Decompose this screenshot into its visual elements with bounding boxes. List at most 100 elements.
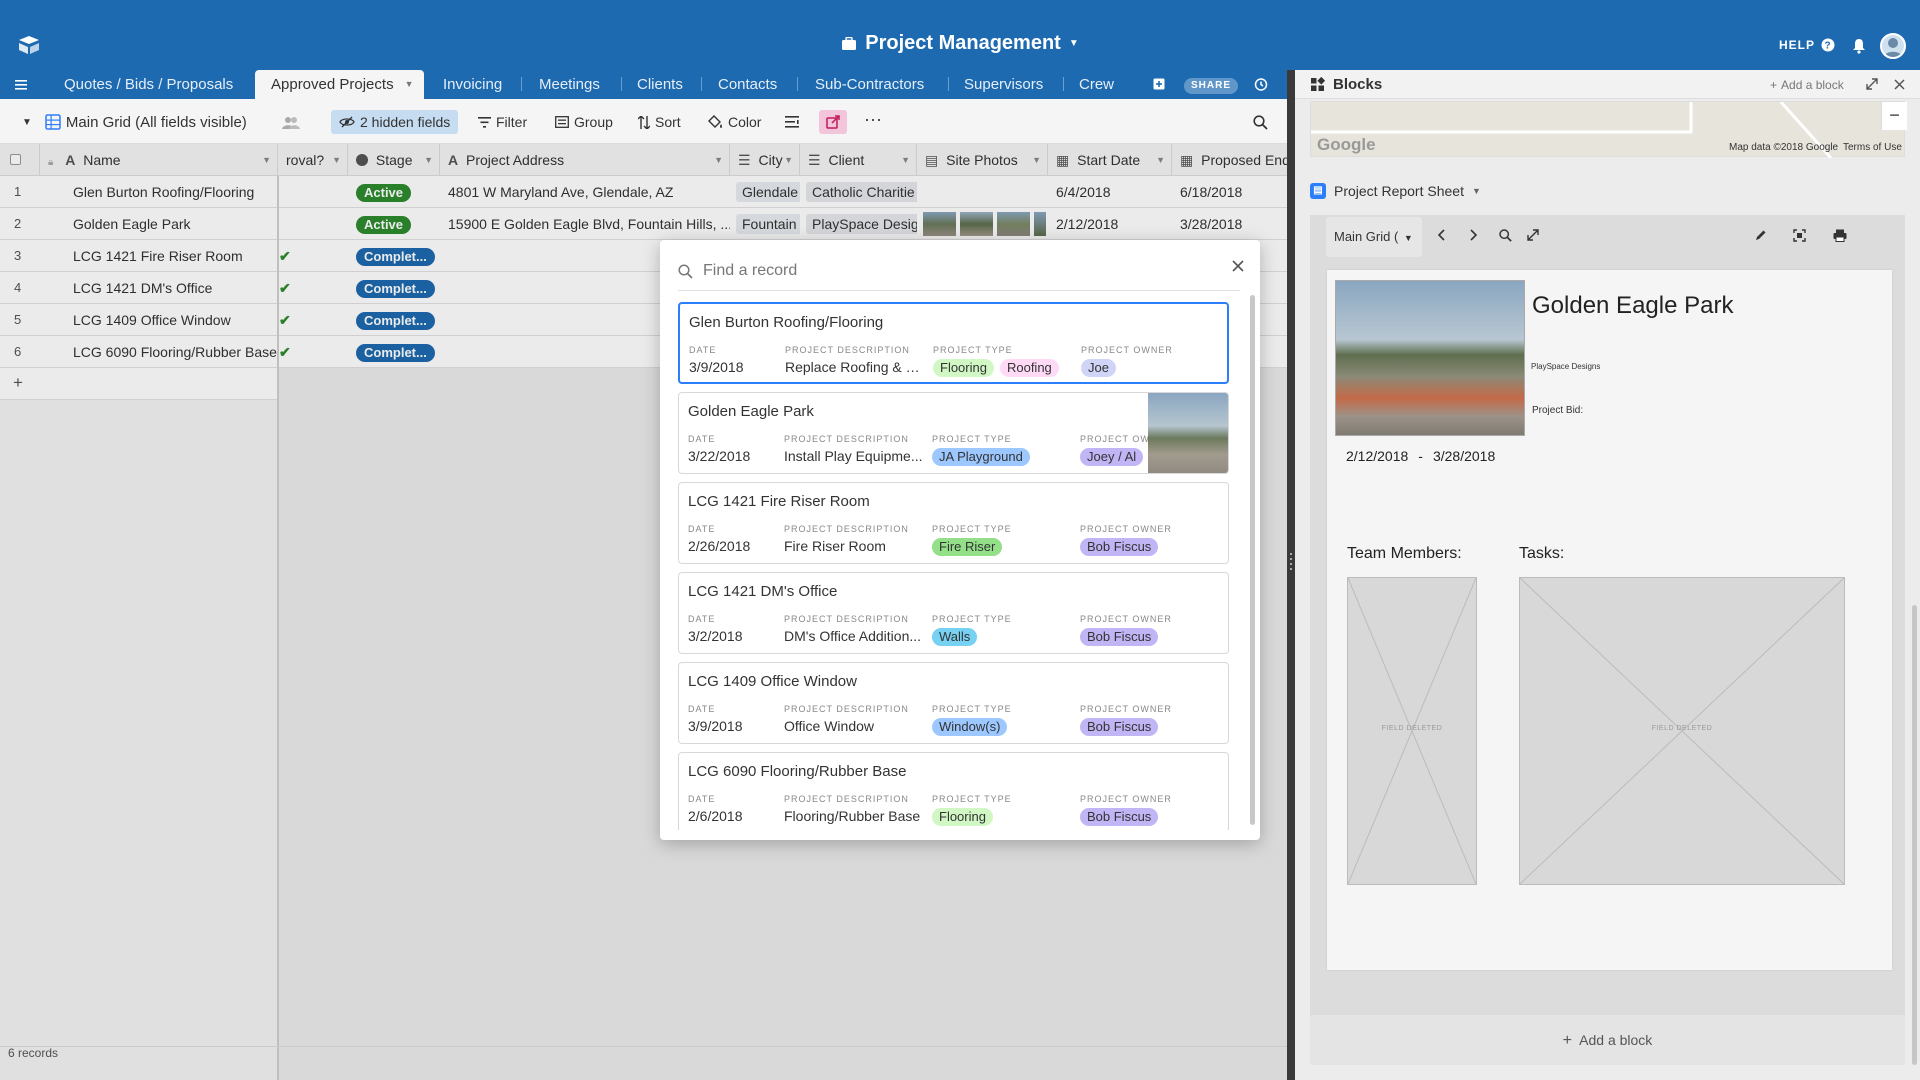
print-icon[interactable] [1833,229,1847,242]
tab-meetings[interactable]: Meetings [523,70,616,99]
add-block-label: Add a block [1781,78,1844,92]
field-label-description: PROJECT DESCRIPTION [784,434,909,444]
add-block-button[interactable]: + Add a block [1770,78,1844,92]
record-title: LCG 1409 Office Window [688,673,857,690]
field-label-owner: PROJECT OWNER [1080,524,1172,534]
page-designer-icon: ▤ [1310,183,1326,199]
field-value-date: 3/9/2018 [688,718,743,734]
hamburger-menu-icon[interactable] [6,70,36,99]
avatar[interactable] [1880,33,1906,59]
tab-sub-contractors[interactable]: Sub-Contractors [799,70,940,99]
row-height-icon[interactable] [785,110,799,134]
caret-down-icon[interactable]: ▼ [405,70,414,99]
deleted-field-label: FIELD DELETED [1381,724,1443,732]
share-button[interactable]: SHARE [1184,78,1239,94]
record-card[interactable]: Glen Burton Roofing/Flooring DATE 3/9/20… [678,302,1229,384]
field-label-description: PROJECT DESCRIPTION [785,345,910,355]
record-card[interactable]: LCG 1421 DM's Office DATE 3/2/2018 PROJE… [678,572,1229,654]
field-value-owner: Bob Fiscus [1080,628,1220,646]
search-icon[interactable] [1499,229,1512,242]
group-button[interactable]: Group [555,110,613,134]
plus-icon: + [1770,78,1778,92]
base-title[interactable]: Project Management ▼ [0,32,1920,57]
tab-supervisors[interactable]: Supervisors [948,70,1059,99]
caret-down-icon: ▼ [1403,233,1413,243]
record-title: LCG 6090 Flooring/Rubber Base [688,763,907,780]
field-label-description: PROJECT DESCRIPTION [784,524,909,534]
expand-icon[interactable] [1527,229,1539,241]
field-value-owner: Joe [1081,359,1221,377]
tab-approved-projects[interactable]: Approved Projects ▼ [255,70,424,99]
add-table-icon[interactable] [1147,70,1171,99]
scrollbar[interactable] [1250,295,1255,825]
sort-label: Sort [655,114,681,130]
group-icon [555,116,569,128]
expand-icon[interactable] [1866,78,1878,90]
field-label-type: PROJECT TYPE [933,345,1013,355]
hidden-fields-label: 2 hidden fields [360,114,451,130]
field-value-date: 3/9/2018 [689,359,744,375]
field-label-type: PROJECT TYPE [932,794,1012,804]
tab-invoicing[interactable]: Invoicing [427,70,518,99]
color-button[interactable]: Color [708,110,761,134]
tab-quotes[interactable]: Quotes / Bids / Proposals [48,70,249,99]
caret-down-icon: ▼ [22,116,32,128]
more-options-icon[interactable]: ··· [864,107,882,131]
type-tag: Window(s) [932,718,1008,736]
search-input[interactable] [703,262,1203,280]
plus-icon: + [1562,1032,1573,1049]
blocks-label: Blocks [1333,76,1383,93]
top-bar: Project Management ▼ HELP ? [0,0,1920,70]
view-switcher[interactable]: ▼ Main Grid (All fields visible) [22,110,247,134]
chevron-left-icon[interactable] [1437,229,1447,241]
close-icon[interactable] [1894,79,1905,90]
blocks-header: Blocks + Add a block [1295,70,1920,99]
tab-clients[interactable]: Clients [621,70,699,99]
blocks-title: Blocks [1310,76,1382,93]
map-block[interactable]: Google Map data ©2018 Google Terms of Us… [1310,101,1907,158]
report-project-title: Golden Eagle Park [1532,292,1734,319]
history-icon[interactable] [1248,70,1274,99]
panel-resize-handle[interactable] [1287,70,1295,1080]
field-value-date: 2/26/2018 [688,538,751,554]
field-value-date: 2/6/2018 [688,808,743,824]
owner-tag: Joey / Al [1080,448,1144,466]
add-block-button[interactable]: + Add a block [1310,1015,1905,1065]
bell-icon[interactable] [1852,38,1866,54]
paint-bucket-icon [708,115,723,129]
sort-icon [638,115,650,129]
collaborators-icon[interactable] [282,110,300,134]
report-name: Project Report Sheet [1334,183,1464,199]
sort-button[interactable]: Sort [638,110,681,134]
map-logo: Google [1317,135,1376,154]
tab-contacts[interactable]: Contacts [702,70,793,99]
tab-crew[interactable]: Crew [1063,70,1145,99]
view-name: Main Grid (All fields visible) [65,113,247,131]
field-value-description: Replace Roofing & Fl... [785,359,925,375]
help-button[interactable]: HELP ? [1779,38,1835,52]
zoom-out-button[interactable]: − [1881,102,1907,130]
close-icon[interactable] [1232,260,1244,272]
search-icon[interactable] [1253,110,1268,134]
scrollbar[interactable] [1912,605,1917,1065]
page-designer-block-title[interactable]: ▤ Project Report Sheet ▼ [1310,183,1481,199]
record-card[interactable]: LCG 6090 Flooring/Rubber Base DATE 2/6/2… [678,752,1229,830]
record-card[interactable]: LCG 1421 Fire Riser Room DATE 2/26/2018 … [678,482,1229,564]
pencil-icon[interactable] [1754,229,1767,242]
field-label-date: DATE [688,794,716,804]
fit-screen-icon[interactable] [1793,229,1806,242]
chevron-right-icon[interactable] [1468,229,1478,241]
view-select[interactable]: Main Grid ( ▼ [1326,217,1422,257]
share-view-icon[interactable] [819,110,847,134]
hidden-fields-button[interactable]: 2 hidden fields [331,110,459,134]
record-card[interactable]: Golden Eagle Park DATE 3/22/2018 PROJECT… [678,392,1229,474]
record-card[interactable]: LCG 1409 Office Window DATE 3/9/2018 PRO… [678,662,1229,744]
owner-tag: Joe [1081,359,1116,377]
tasks-label: Tasks: [1519,545,1565,562]
field-label-type: PROJECT TYPE [932,704,1012,714]
map-terms-link[interactable]: Terms of Use [1843,142,1902,153]
owner-tag: Bob Fiscus [1080,808,1159,826]
filter-button[interactable]: Filter [478,110,527,134]
type-tag: Walls [932,628,978,646]
field-value-type: Window(s) [932,718,1072,736]
